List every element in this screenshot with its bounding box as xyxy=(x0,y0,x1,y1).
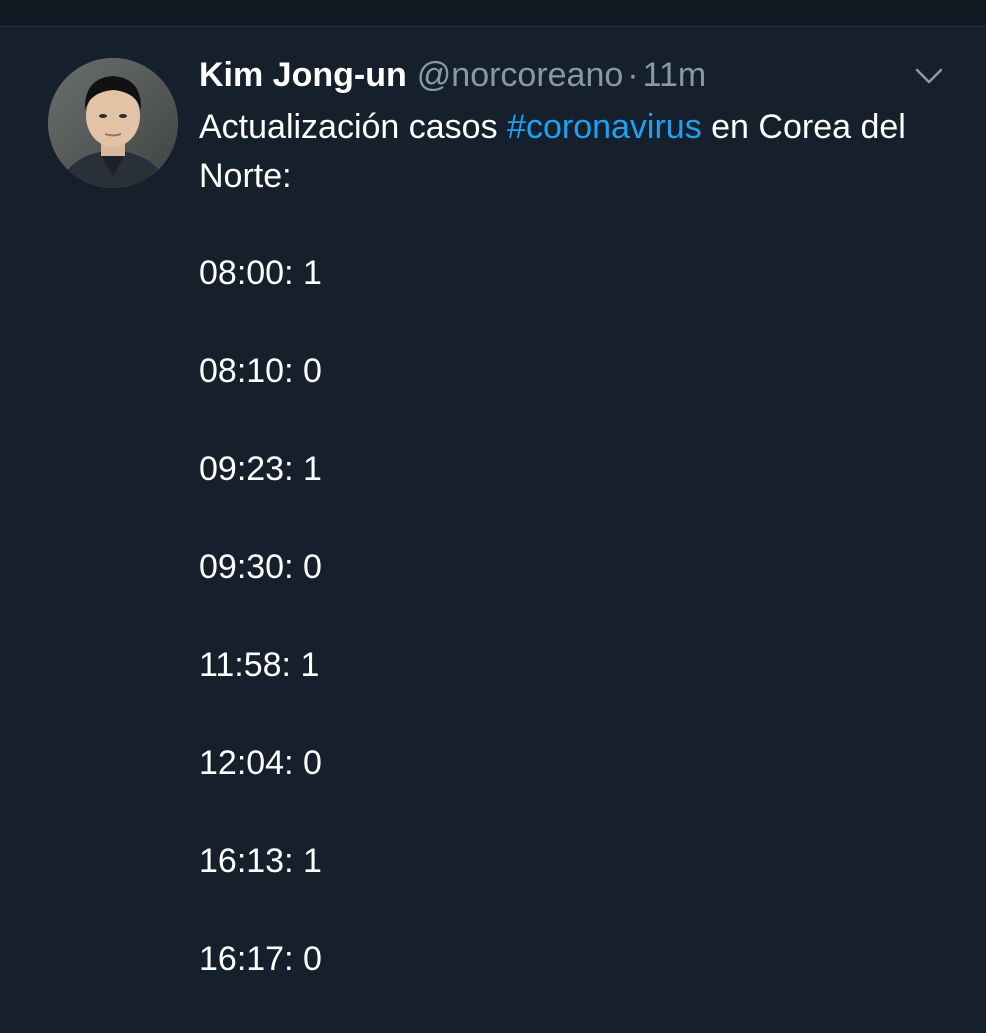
tweet-header: Kim Jong-un @norcoreano · 11m xyxy=(199,53,706,97)
chevron-down-icon xyxy=(915,68,943,84)
tweet-text: Actualización casos #coronavirus en Core… xyxy=(199,103,939,201)
hashtag-link[interactable]: #coronavirus xyxy=(507,108,702,146)
avatar-image xyxy=(48,58,178,188)
tweet-text-intro: Actualización casos xyxy=(199,108,508,146)
avatar[interactable] xyxy=(48,58,178,188)
top-bar xyxy=(0,0,986,27)
author-name[interactable]: Kim Jong-un xyxy=(199,56,407,94)
author-handle[interactable]: @norcoreano xyxy=(417,56,624,94)
case-update-list: 08:00: 1 08:10: 0 09:23: 1 09:30: 0 11:5… xyxy=(199,249,322,1033)
separator-dot: · xyxy=(627,56,639,94)
case-update-entry: 11:58: 1 xyxy=(199,646,320,684)
case-update-entry: 16:17: 0 xyxy=(199,940,322,978)
case-update-entry: 16:13: 1 xyxy=(199,842,322,880)
tweet-menu-button[interactable] xyxy=(912,61,946,91)
tweet[interactable]: Kim Jong-un @norcoreano · 11m Actualización… xyxy=(0,27,986,1024)
case-update-entry: 09:30: 0 xyxy=(199,548,322,586)
case-update-entry: 08:10: 0 xyxy=(199,352,322,390)
tweet-timestamp[interactable]: 11m xyxy=(643,56,707,94)
case-update-entry: 12:04: 0 xyxy=(199,744,322,782)
case-update-entry: 09:23: 1 xyxy=(199,450,322,488)
case-update-entry: 08:00: 1 xyxy=(199,254,322,292)
